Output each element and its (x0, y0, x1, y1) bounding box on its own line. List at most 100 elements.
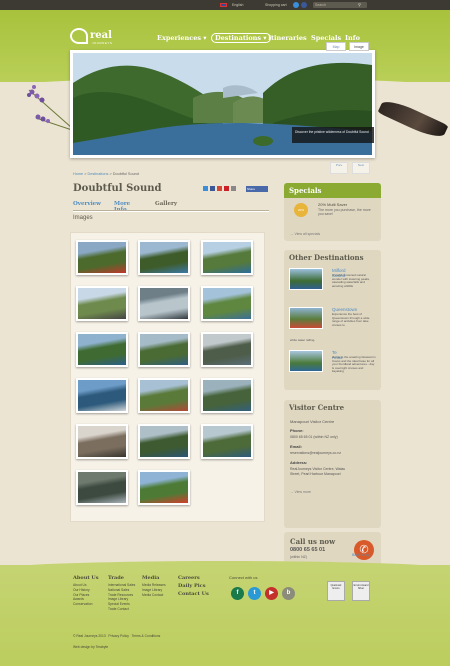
destination-extra-text: white water rafting. (290, 338, 316, 342)
gallery-thumbnail[interactable] (76, 240, 128, 275)
gallery-thumbnail[interactable] (138, 470, 190, 505)
footer-link[interactable]: Media Contact (142, 593, 166, 598)
nav-destinations[interactable]: Destinations ▾ (211, 33, 271, 43)
gallery-thumbnail[interactable] (138, 378, 190, 413)
gallery-thumbnail[interactable] (76, 286, 128, 321)
specials-title: Specials (284, 183, 381, 198)
lavender-decoration (27, 85, 73, 131)
footer-heading[interactable]: Media (142, 575, 166, 581)
google-plus-share-icon[interactable] (217, 186, 222, 191)
footer-link[interactable]: Image Library (142, 588, 166, 593)
footer-column-media: Media Media Releases Image Library Media… (142, 575, 166, 597)
gallery-thumbnail[interactable] (201, 378, 253, 413)
qualmark-award-icon: Qualmark Enviro (327, 581, 345, 601)
gallery-image (78, 426, 126, 457)
nav-info[interactable]: Info (345, 34, 360, 42)
gallery-thumbnail[interactable] (76, 470, 128, 505)
footer-heading[interactable]: About Us (73, 575, 99, 581)
shopping-cart-link[interactable]: Shopping cart (265, 3, 287, 7)
logo-text[interactable]: real (90, 30, 112, 41)
visitor-centre-title: Visitor Centre (289, 403, 345, 412)
special-description: The more you purchase, the more you save… (318, 208, 371, 216)
gallery-thumbnail[interactable] (138, 332, 190, 367)
gallery-thumbnail[interactable] (138, 286, 190, 321)
gallery-image (140, 380, 188, 411)
footer-link[interactable]: Conservation (73, 602, 99, 607)
gallery-image (140, 334, 188, 365)
footer-heading[interactable]: Contact Us (178, 591, 209, 597)
gallery-thumbnail[interactable] (138, 424, 190, 459)
special-title[interactable]: 20% Multi Saver (318, 202, 347, 207)
gallery-thumbnail[interactable] (76, 332, 128, 367)
gallery-thumbnail[interactable] (76, 378, 128, 413)
breadcrumb: Home > Destinations > Doubtful Sound (73, 172, 139, 176)
address-label: Address: (290, 460, 308, 465)
facebook-icon[interactable] (301, 2, 307, 8)
footer-link[interactable]: Trade Contact (108, 607, 135, 612)
view-more-link[interactable]: → View more (290, 490, 311, 494)
web-design-credit[interactable]: Web design by Terabyte (73, 645, 108, 649)
gallery-image (203, 242, 251, 273)
footer: About Us About Us Our History Our Places… (0, 561, 450, 666)
email-value[interactable]: reservations@realjourneys.co.nz (290, 451, 341, 455)
breadcrumb-home[interactable]: Home (73, 172, 83, 176)
nav-specials[interactable]: Specials (311, 34, 341, 42)
language-selector[interactable]: English (232, 3, 243, 7)
gallery-thumbnail[interactable] (201, 332, 253, 367)
blog-icon[interactable]: b (282, 587, 295, 600)
logo-subtitle: JOURNEYS (92, 41, 113, 45)
gallery-image (78, 242, 126, 273)
image-gallery (70, 232, 265, 522)
hero-prev-button[interactable]: Prev (330, 162, 348, 174)
back-to-top-link[interactable]: Back to top (352, 553, 370, 557)
destination-description: Home to the amazing Glowworm Caves and t… (332, 355, 376, 374)
twitter-icon[interactable]: t (248, 587, 261, 600)
footer-heading[interactable]: Daily Pics (178, 583, 209, 589)
facebook-icon[interactable]: f (231, 587, 244, 600)
tab-gallery[interactable]: Gallery (155, 201, 177, 207)
email-share-icon[interactable] (231, 186, 236, 191)
footer-heading[interactable]: Trade (108, 575, 135, 581)
gallery-image (78, 288, 126, 319)
hero-tab-image[interactable]: Image (349, 42, 369, 51)
footer-heading[interactable]: Careers (178, 575, 209, 581)
pinterest-share-icon[interactable] (224, 186, 229, 191)
page-title: Doubtful Sound (73, 183, 162, 194)
search-icon[interactable]: ⚲ (358, 2, 361, 7)
phone-icon[interactable]: ✆ (354, 540, 374, 560)
gallery-thumbnail[interactable] (138, 240, 190, 275)
facebook-share-icon[interactable] (210, 186, 215, 191)
gallery-thumbnail[interactable] (76, 424, 128, 459)
tab-overview[interactable]: Overview (73, 201, 101, 207)
call-us-number[interactable]: 0800 65 65 01 (290, 547, 325, 553)
twitter-icon[interactable] (293, 2, 299, 8)
hero-tab-map[interactable]: Map (326, 42, 346, 51)
gallery-thumbnail[interactable] (201, 286, 253, 321)
nav-experiences[interactable]: Experiences ▾ (157, 34, 207, 42)
breadcrumb-destinations[interactable]: Destinations (87, 172, 108, 176)
gallery-image (203, 380, 251, 411)
gallery-image (78, 472, 126, 503)
destination-image[interactable] (289, 268, 323, 290)
destination-image[interactable] (289, 350, 323, 372)
view-all-specials-link[interactable]: → View all specials (290, 232, 320, 236)
uk-flag-icon[interactable] (220, 3, 227, 7)
breadcrumb-current: Doubtful Sound (112, 172, 139, 176)
view-all-specials-label: View all specials (294, 232, 321, 236)
email-label: Email: (290, 444, 303, 449)
hero-next-button[interactable]: Next (352, 162, 370, 174)
logo-icon[interactable] (70, 28, 88, 44)
privacy-policy-link[interactable]: Privacy Policy (108, 634, 129, 638)
terms-link[interactable]: Terms & Conditions (132, 634, 161, 638)
gallery-thumbnail[interactable] (201, 424, 253, 459)
copyright: © Real Journeys 2013 (73, 634, 106, 638)
discount-badge-icon[interactable]: 20% (294, 203, 308, 217)
facebook-like-button[interactable]: Share (246, 186, 268, 192)
phone-value[interactable]: 0800 65 65 01 (within NZ only) (290, 435, 338, 439)
twitter-share-icon[interactable] (203, 186, 208, 191)
destination-image[interactable] (289, 307, 323, 329)
other-destinations-box: Other Destinations Milford Sound A world… (284, 250, 381, 390)
nav-itineraries[interactable]: Itineraries (268, 34, 307, 42)
gallery-thumbnail[interactable] (201, 240, 253, 275)
youtube-icon[interactable]: ▶ (265, 587, 278, 600)
